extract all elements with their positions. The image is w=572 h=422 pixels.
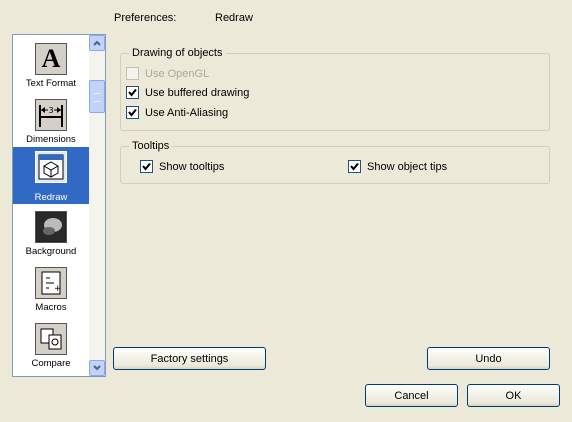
sidebar-item-background[interactable]: Background xyxy=(13,207,89,263)
redraw-icon xyxy=(35,151,67,183)
sidebar-item-label: Redraw xyxy=(34,192,68,203)
svg-text:+: + xyxy=(54,284,62,294)
sidebar-item-macros[interactable]: + Macros xyxy=(13,263,89,319)
scroll-up-button[interactable] xyxy=(89,35,105,51)
sidebar-item-label: Dimensions xyxy=(26,134,76,145)
tooltips-group: Tooltips Show tooltips Show object tips xyxy=(120,140,550,184)
checkmark-icon xyxy=(128,88,137,97)
chevron-down-icon xyxy=(93,365,101,371)
sidebar-item-dimensions[interactable]: 3 Dimensions xyxy=(13,95,89,151)
sidebar-item-label: Background xyxy=(25,246,77,257)
sidebar-item-compare[interactable]: Compare xyxy=(13,319,89,375)
drawing-group-title: Drawing of objects xyxy=(129,47,226,59)
current-page-name: Redraw xyxy=(215,12,253,24)
sidebar-item-label: Macros xyxy=(35,302,67,313)
use-opengl-label: Use OpenGL xyxy=(145,67,210,80)
sidebar-item-label: Text Format xyxy=(25,78,77,89)
buffered-drawing-option[interactable]: Use buffered drawing xyxy=(126,86,249,99)
macros-icon: + xyxy=(35,267,67,299)
drawing-group: Drawing of objects Use OpenGL Use buffer… xyxy=(120,47,550,131)
preferences-label: Preferences: xyxy=(114,12,177,24)
anti-aliasing-option[interactable]: Use Anti-Aliasing xyxy=(126,106,228,119)
scroll-thumb[interactable] xyxy=(89,80,105,113)
sidebar-item-redraw[interactable]: Redraw xyxy=(13,147,89,204)
sidebar-item-label: Compare xyxy=(31,358,71,369)
sidebar-item-text-format[interactable]: A Text Format xyxy=(13,39,89,95)
scroll-down-button[interactable] xyxy=(89,360,105,376)
factory-settings-button[interactable]: Factory settings xyxy=(113,347,266,370)
show-tooltips-label: Show tooltips xyxy=(159,160,225,173)
show-object-tips-checkbox[interactable] xyxy=(348,160,361,173)
tooltips-group-title: Tooltips xyxy=(129,140,173,152)
anti-aliasing-label: Use Anti-Aliasing xyxy=(145,106,229,119)
cancel-button[interactable]: Cancel xyxy=(365,384,458,407)
text-format-icon: A xyxy=(35,43,67,75)
undo-button[interactable]: Undo xyxy=(427,347,550,370)
checkmark-icon xyxy=(128,108,137,117)
compare-icon xyxy=(35,323,67,355)
use-opengl-option: Use OpenGL xyxy=(126,67,209,80)
chevron-up-icon xyxy=(93,40,101,46)
checkmark-icon xyxy=(142,162,151,171)
show-object-tips-label: Show object tips xyxy=(367,160,448,173)
buffered-drawing-label: Use buffered drawing xyxy=(145,86,250,99)
show-object-tips-option[interactable]: Show object tips xyxy=(348,160,447,173)
buffered-drawing-checkbox[interactable] xyxy=(126,86,139,99)
checkmark-icon xyxy=(350,162,359,171)
dimensions-icon: 3 xyxy=(35,99,67,131)
use-opengl-checkbox xyxy=(126,67,139,80)
show-tooltips-checkbox[interactable] xyxy=(140,160,153,173)
ok-button[interactable]: OK xyxy=(467,384,560,407)
sidebar-scrollbar[interactable] xyxy=(89,35,105,376)
background-icon xyxy=(35,211,67,243)
show-tooltips-option[interactable]: Show tooltips xyxy=(140,160,224,173)
anti-aliasing-checkbox[interactable] xyxy=(126,106,139,119)
svg-text:3: 3 xyxy=(48,106,53,115)
